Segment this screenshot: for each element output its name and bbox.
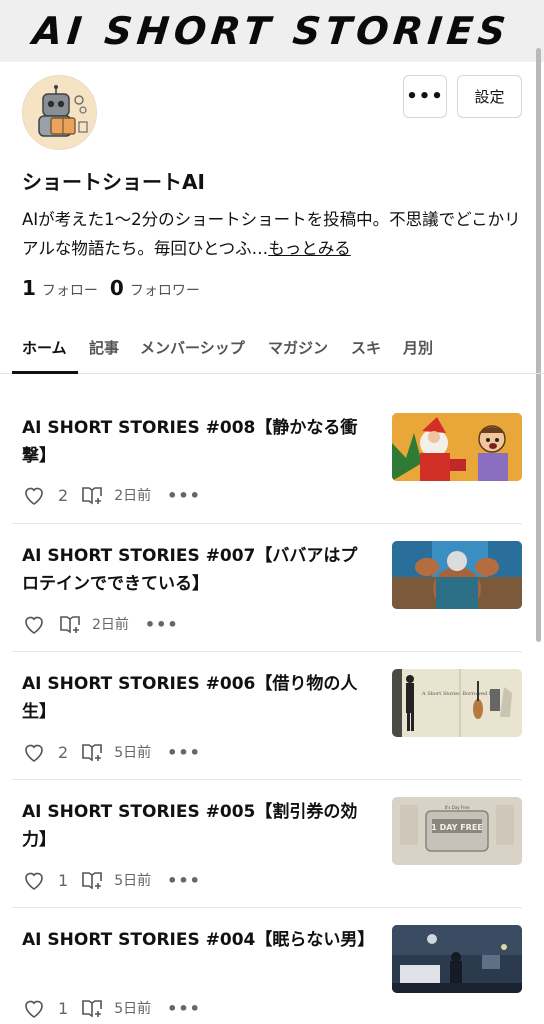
robot-reading-icon (23, 76, 96, 149)
article-meta: 2 5日前 ••• (22, 740, 201, 764)
article-meta: 1 5日前 ••• (22, 868, 201, 892)
article-item[interactable]: AI SHORT STORIES #006【借り物の人生】 2 5日前 ••• … (0, 652, 544, 780)
follower-count[interactable]: 0 (110, 276, 124, 300)
follower-label[interactable]: フォロワー (130, 280, 200, 300)
heart-icon[interactable] (22, 740, 46, 764)
post-date: 2日前 (92, 617, 129, 633)
follow-label[interactable]: フォロー (42, 280, 98, 300)
heart-icon[interactable] (22, 868, 46, 892)
like-count: 1 (58, 998, 69, 1018)
article-more-button[interactable]: ••• (145, 615, 179, 634)
tab-articles[interactable]: 記事 (89, 337, 119, 358)
add-to-magazine-icon[interactable] (80, 483, 104, 507)
article-more-button[interactable]: ••• (167, 743, 201, 762)
article-item[interactable]: AI SHORT STORIES #005【割引券の効力】 1 5日前 ••• … (0, 780, 544, 908)
thumb-text: 1 DAY FREE (431, 823, 483, 832)
article-thumbnail[interactable] (392, 413, 522, 481)
follow-count[interactable]: 1 (22, 276, 36, 300)
banner: AI SHORT STORIES (0, 0, 544, 62)
like-count: 2 (58, 485, 69, 505)
muscle-grandma-image (392, 541, 522, 609)
article-meta: 2 2日前 ••• (22, 483, 201, 507)
profile-name: ショートショートAI (22, 170, 205, 194)
more-options-button[interactable]: ••• (403, 75, 447, 118)
article-title[interactable]: AI SHORT STORIES #004【眠らない男】 (22, 926, 374, 954)
follow-stats: 1 フォロー 0 フォロワー (22, 276, 200, 300)
santa-cartoon-image (392, 413, 522, 481)
article-title[interactable]: AI SHORT STORIES #008【静かなる衝撃】 (22, 414, 374, 470)
article-more-button[interactable]: ••• (167, 871, 201, 890)
tab-likes[interactable]: スキ (351, 337, 381, 358)
heart-icon[interactable] (22, 996, 46, 1020)
add-to-magazine-icon[interactable] (80, 740, 104, 764)
banner-title: AI SHORT STORIES (31, 9, 513, 53)
article-meta: 2日前 ••• (22, 612, 179, 636)
add-to-magazine-icon[interactable] (58, 612, 82, 636)
article-more-button[interactable]: ••• (167, 999, 201, 1018)
borrowed-life-image: A Short Stories Borrowed Life (392, 669, 522, 737)
heart-icon[interactable] (22, 612, 46, 636)
article-item[interactable]: AI SHORT STORIES #004【眠らない男】 1 5日前 ••• (0, 908, 544, 1024)
tab-magazine[interactable]: マガジン (268, 337, 328, 358)
article-item[interactable]: AI SHORT STORIES #007【ババアはプロテインでできている】 2… (0, 524, 544, 652)
add-to-magazine-icon[interactable] (80, 868, 104, 892)
sleepless-man-image (392, 925, 522, 993)
like-count: 2 (58, 742, 69, 762)
read-more-link[interactable]: もっとみる (268, 239, 351, 258)
discount-coupon-image: 1 DAY FREE It's Day Free (392, 797, 522, 865)
article-thumbnail[interactable]: A Short Stories Borrowed Life (392, 669, 522, 737)
article-title[interactable]: AI SHORT STORIES #006【借り物の人生】 (22, 670, 374, 726)
article-thumbnail[interactable] (392, 541, 522, 609)
profile-tabs: ホーム 記事 メンバーシップ マガジン スキ 月別 (0, 325, 544, 374)
add-to-magazine-icon[interactable] (80, 996, 104, 1020)
post-date: 5日前 (114, 745, 152, 761)
tab-home[interactable]: ホーム (22, 337, 67, 358)
post-date: 2日前 (114, 488, 152, 504)
like-count: 1 (58, 870, 69, 890)
heart-icon[interactable] (22, 483, 46, 507)
tab-membership[interactable]: メンバーシップ (140, 337, 245, 358)
article-more-button[interactable]: ••• (167, 486, 201, 505)
article-meta: 1 5日前 ••• (22, 996, 201, 1020)
avatar[interactable] (22, 75, 97, 150)
active-tab-indicator (12, 371, 78, 374)
article-thumbnail[interactable] (392, 925, 522, 993)
tab-monthly[interactable]: 月別 (403, 337, 433, 358)
post-date: 5日前 (114, 873, 152, 889)
article-item[interactable]: AI SHORT STORIES #008【静かなる衝撃】 2 2日前 ••• (0, 396, 544, 524)
article-thumbnail[interactable]: 1 DAY FREE It's Day Free (392, 797, 522, 865)
thumb-text: It's Day Free (445, 805, 470, 810)
post-date: 5日前 (114, 1001, 152, 1017)
settings-button[interactable]: 設定 (457, 75, 522, 118)
article-title[interactable]: AI SHORT STORIES #005【割引券の効力】 (22, 798, 374, 854)
profile-bio: AIが考えた1〜2分のショートショートを投稿中。不思議でどこかリアルな物語たち。… (22, 205, 532, 263)
article-title[interactable]: AI SHORT STORIES #007【ババアはプロテインでできている】 (22, 542, 374, 598)
